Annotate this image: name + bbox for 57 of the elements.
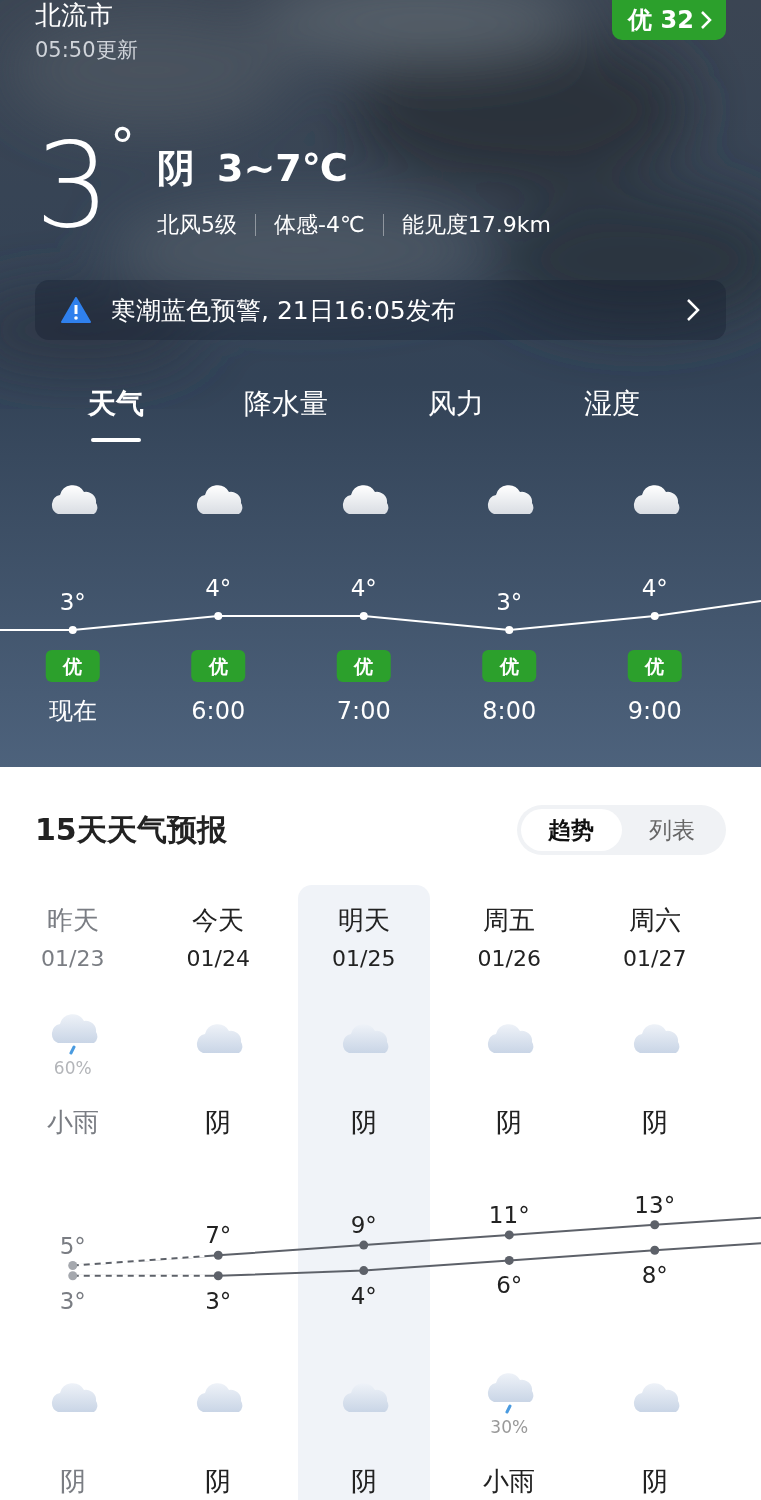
weather-condition: 阴 <box>641 1465 668 1498</box>
day-date: 01/25 <box>332 945 396 973</box>
hour-label: 现在 <box>48 697 97 725</box>
high-temperature: 11° <box>488 1201 530 1228</box>
hour-label: 7:00 <box>336 697 391 725</box>
air-quality-badge: 优 <box>336 650 391 682</box>
precipitation-chance: 30% <box>490 1416 529 1438</box>
hour-label: 6:00 <box>191 697 246 725</box>
temperature-label: 4° <box>641 575 668 601</box>
temperature-label: 4° <box>350 575 377 601</box>
high-temperature: 5° <box>59 1232 86 1259</box>
weather-condition: 阴 <box>350 1106 377 1139</box>
low-temperature: 6° <box>496 1272 523 1299</box>
update-time: 05:50更新 <box>35 37 138 64</box>
hour-label: 9:00 <box>627 697 682 725</box>
low-temperature: 3° <box>205 1287 232 1314</box>
weather-condition: 小雨 <box>46 1106 99 1139</box>
weather-condition: 阴 <box>59 1465 86 1498</box>
weather-condition: 小雨 <box>483 1465 536 1498</box>
air-quality-badge: 优 <box>627 650 682 682</box>
day-label: 今天 <box>192 904 245 937</box>
precipitation-chance: 60% <box>53 1057 92 1079</box>
day-date: 01/24 <box>186 945 250 973</box>
air-quality-badge: 优 <box>191 650 246 682</box>
day-label: 周六 <box>628 904 681 937</box>
day-date: 01/26 <box>477 945 541 973</box>
day-label: 明天 <box>337 904 390 937</box>
section-title: 15天天气预报 <box>35 810 227 849</box>
current-temperature: 3 <box>35 126 111 244</box>
hour-label: 8:00 <box>482 697 537 725</box>
weather-detail: 北风5级 <box>157 211 238 239</box>
high-temperature: 9° <box>350 1212 377 1239</box>
degree-symbol: ° <box>110 122 136 178</box>
air-quality-badge: 优 <box>45 650 100 682</box>
day-date: 01/27 <box>623 945 687 973</box>
low-temperature: 4° <box>350 1282 377 1309</box>
temperature-label: 3° <box>59 589 86 615</box>
weather-condition: 阴 <box>641 1106 668 1139</box>
weather-condition: 阴 <box>205 1465 232 1498</box>
weather-condition: 阴 <box>496 1106 523 1139</box>
low-temperature: 3° <box>59 1287 86 1314</box>
weather-condition: 阴 <box>157 146 196 190</box>
weather-condition: 阴 <box>350 1465 377 1498</box>
high-temperature: 7° <box>205 1222 232 1249</box>
low-temperature: 8° <box>641 1262 668 1289</box>
weather-detail: 体感-4℃ <box>274 211 365 239</box>
day-date: 01/23 <box>41 945 105 973</box>
weather-condition: 阴 <box>205 1106 232 1139</box>
day-label: 周五 <box>483 904 536 937</box>
temperature-label: 4° <box>205 575 232 601</box>
air-quality-badge: 优 <box>482 650 537 682</box>
temperature-label: 3° <box>496 589 523 615</box>
city-name: 北流市 <box>35 0 114 30</box>
high-temperature: 13° <box>634 1191 676 1218</box>
temperature-range: 3~7℃ <box>217 146 348 190</box>
day-label: 昨天 <box>46 904 99 937</box>
weather-detail: 能见度17.9km <box>401 211 551 239</box>
